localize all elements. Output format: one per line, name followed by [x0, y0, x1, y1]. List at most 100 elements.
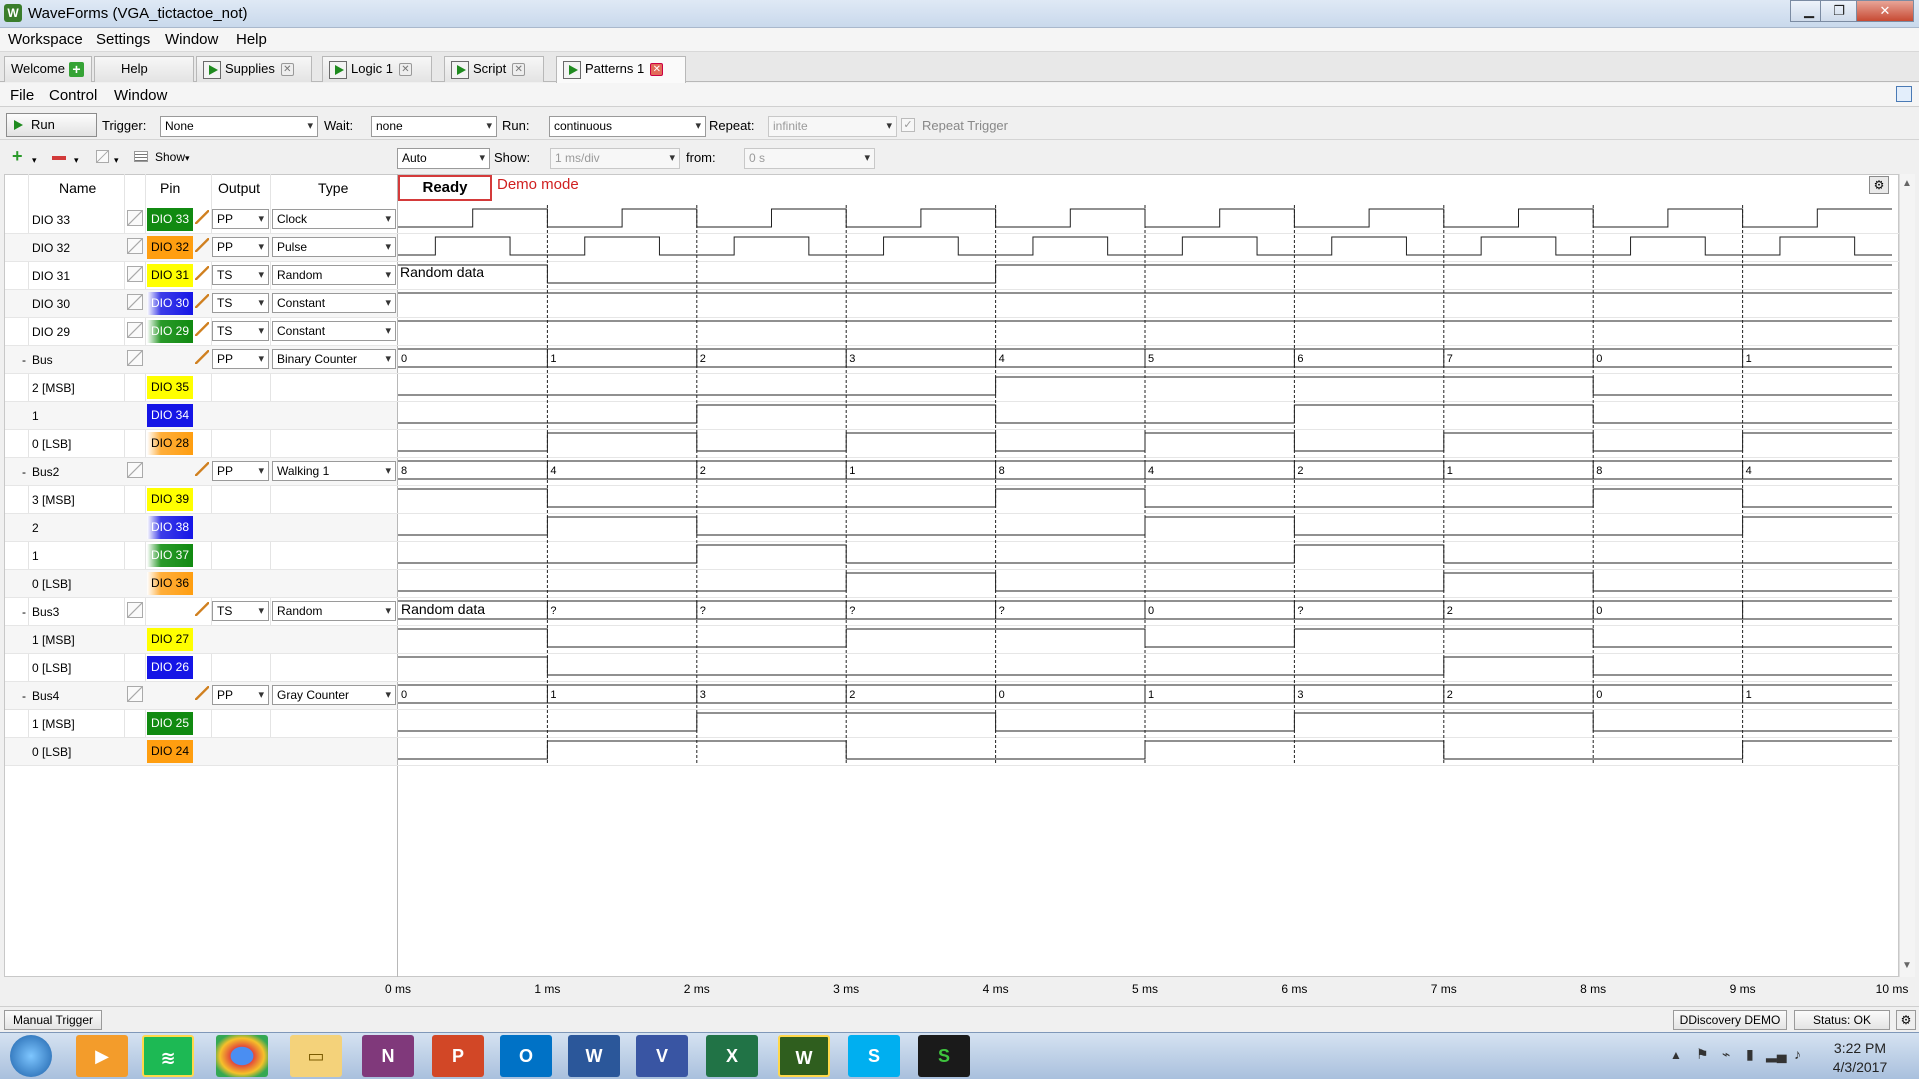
edit-signal-icon[interactable]: [127, 266, 143, 282]
repeat-trigger-checkbox[interactable]: ✓: [901, 118, 915, 132]
pen-icon[interactable]: [195, 210, 209, 224]
usb-icon[interactable]: ⌁: [1722, 1046, 1730, 1063]
pin-badge[interactable]: DIO 36: [147, 572, 193, 595]
output-select[interactable]: TS: [212, 321, 269, 341]
manual-trigger-button[interactable]: Manual Trigger: [4, 1010, 102, 1030]
row-name[interactable]: DIO 32: [32, 241, 70, 255]
row-name[interactable]: 1: [32, 409, 39, 423]
menu-help[interactable]: Help: [236, 31, 267, 48]
vertical-scrollbar[interactable]: [1899, 174, 1915, 977]
repeat-select[interactable]: infinite: [768, 116, 897, 137]
row-name[interactable]: 0 [LSB]: [32, 577, 71, 591]
row-name[interactable]: 2: [32, 521, 39, 535]
run-mode-select[interactable]: continuous: [549, 116, 706, 137]
close-tab-icon[interactable]: ✕: [650, 63, 664, 77]
edit-signal-icon[interactable]: [127, 294, 143, 310]
pen-icon[interactable]: [195, 322, 209, 336]
excel-icon[interactable]: X: [706, 1035, 758, 1077]
type-select[interactable]: Random: [272, 265, 396, 285]
volume-icon[interactable]: ♪: [1794, 1046, 1801, 1062]
tab-supplies[interactable]: Supplies ✕: [196, 56, 312, 82]
pin-badge[interactable]: DIO 38: [147, 516, 193, 539]
pen-icon[interactable]: [195, 462, 209, 476]
output-select[interactable]: PP: [212, 685, 269, 705]
tab-patterns[interactable]: Patterns 1 ✕: [556, 56, 686, 83]
row-name[interactable]: 0 [LSB]: [32, 437, 71, 451]
network-icon[interactable]: ▂▄: [1766, 1046, 1787, 1063]
row-name[interactable]: 1: [32, 549, 39, 563]
pin-badge[interactable]: DIO 32: [147, 236, 193, 259]
type-select[interactable]: Constant: [272, 321, 396, 341]
collapse-toggle[interactable]: -: [22, 465, 26, 479]
row-name[interactable]: 0 [LSB]: [32, 661, 71, 675]
skype-icon[interactable]: S: [848, 1035, 900, 1077]
pin-badge[interactable]: DIO 33: [147, 208, 193, 231]
output-select[interactable]: PP: [212, 349, 269, 369]
trigger-select[interactable]: None: [160, 116, 318, 137]
type-select[interactable]: Constant: [272, 293, 396, 313]
pen-icon[interactable]: [195, 266, 209, 280]
edit-signal-icon[interactable]: [127, 238, 143, 254]
output-select[interactable]: TS: [212, 293, 269, 313]
clock-time[interactable]: 3:22 PM: [1820, 1040, 1900, 1056]
collapse-toggle[interactable]: -: [22, 605, 26, 619]
menu-control[interactable]: Control: [49, 87, 97, 104]
type-select[interactable]: Pulse: [272, 237, 396, 257]
chrome-icon[interactable]: [216, 1035, 268, 1077]
dock-icon[interactable]: [1896, 86, 1912, 102]
pin-badge[interactable]: DIO 24: [147, 740, 193, 763]
row-name[interactable]: DIO 31: [32, 269, 70, 283]
status-ok-button[interactable]: Status: OK: [1794, 1010, 1890, 1030]
pen-icon[interactable]: [195, 238, 209, 252]
remove-dropdown-icon[interactable]: ▾: [74, 155, 79, 166]
scroll-up-icon[interactable]: ▲: [1902, 178, 1912, 189]
remove-minus-icon[interactable]: [52, 156, 66, 160]
pin-badge[interactable]: DIO 37: [147, 544, 193, 567]
time-div-select[interactable]: 1 ms/div: [550, 148, 680, 169]
output-select[interactable]: PP: [212, 209, 269, 229]
pin-badge[interactable]: DIO 39: [147, 488, 193, 511]
waveform-plot[interactable]: Random data 0 1 2 3 4 5 6 7 0 1 8 4 2 1 8 4 2 1 8 4 Random da…: [398, 205, 1892, 765]
pin-badge[interactable]: DIO 29: [147, 320, 193, 343]
waveforms-taskbar-icon[interactable]: W: [778, 1035, 830, 1077]
edit-signal-icon[interactable]: [127, 462, 143, 478]
type-select[interactable]: Walking 1: [272, 461, 396, 481]
pin-badge[interactable]: DIO 35: [147, 376, 193, 399]
outlook-icon[interactable]: O: [500, 1035, 552, 1077]
scroll-down-icon[interactable]: ▼: [1902, 960, 1912, 971]
menu-file[interactable]: File: [10, 87, 34, 104]
word-icon[interactable]: W: [568, 1035, 620, 1077]
row-name[interactable]: 3 [MSB]: [32, 493, 75, 507]
close-tab-icon[interactable]: ✕: [280, 63, 294, 77]
run-button[interactable]: Run: [6, 113, 97, 137]
tab-welcome[interactable]: Welcome +: [4, 56, 92, 82]
file-explorer-icon[interactable]: ▭: [290, 1035, 342, 1077]
close-tab-icon[interactable]: ✕: [398, 63, 412, 77]
type-select[interactable]: Random: [272, 601, 396, 621]
visio-icon[interactable]: V: [636, 1035, 688, 1077]
edit-signal-icon[interactable]: [127, 350, 143, 366]
row-name[interactable]: DIO 33: [32, 213, 70, 227]
from-select[interactable]: 0 s: [744, 148, 875, 169]
wait-select[interactable]: none: [371, 116, 497, 137]
output-select[interactable]: PP: [212, 237, 269, 257]
close-button[interactable]: ✕: [1856, 0, 1914, 22]
start-button-icon[interactable]: [10, 1035, 52, 1077]
output-select[interactable]: TS: [212, 265, 269, 285]
row-name[interactable]: 2 [MSB]: [32, 381, 75, 395]
pen-icon[interactable]: [195, 686, 209, 700]
row-name[interactable]: 1 [MSB]: [32, 633, 75, 647]
pin-badge[interactable]: DIO 25: [147, 712, 193, 735]
row-name[interactable]: DIO 30: [32, 297, 70, 311]
app-s-icon[interactable]: S: [918, 1035, 970, 1077]
row-name[interactable]: Bus4: [32, 689, 59, 703]
close-tab-icon[interactable]: ✕: [512, 63, 526, 77]
onenote-icon[interactable]: N: [362, 1035, 414, 1077]
settings-icon[interactable]: ⚙: [1869, 176, 1889, 194]
device-button[interactable]: DDiscovery DEMO: [1673, 1010, 1787, 1030]
type-select[interactable]: Gray Counter: [272, 685, 396, 705]
output-select[interactable]: TS: [212, 601, 269, 621]
menu-window[interactable]: Window: [165, 31, 218, 48]
add-dropdown-icon[interactable]: ▾: [32, 155, 37, 166]
tab-script[interactable]: Script ✕: [444, 56, 544, 82]
